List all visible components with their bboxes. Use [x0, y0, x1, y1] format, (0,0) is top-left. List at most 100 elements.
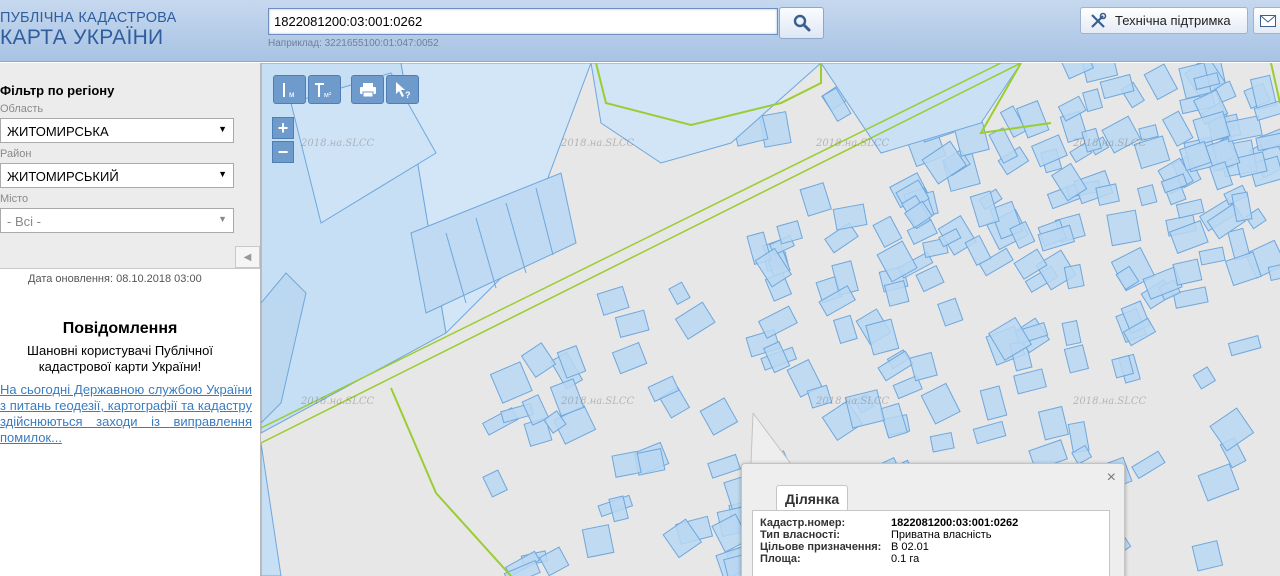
measure-group: м м² [273, 75, 341, 104]
info-value: В 02.01 [891, 541, 929, 553]
land-parcel[interactable] [1161, 110, 1194, 147]
land-parcel[interactable] [1063, 263, 1085, 290]
district-label: Район [0, 148, 32, 160]
dropdown-arrow-icon: ▼ [218, 169, 227, 179]
measure-distance-button[interactable]: м [273, 75, 306, 104]
land-parcel[interactable] [611, 450, 642, 478]
land-parcel[interactable] [937, 297, 964, 327]
close-icon[interactable]: × [1107, 469, 1116, 487]
land-parcel[interactable] [757, 305, 798, 339]
land-parcel[interactable] [581, 524, 615, 559]
district-select[interactable]: ЖИТОМИРСЬКИЙ ▼ [0, 163, 234, 188]
tools-icon [1091, 12, 1107, 28]
land-parcel[interactable] [1267, 263, 1280, 282]
land-parcel[interactable] [611, 341, 648, 375]
land-parcel[interactable] [832, 203, 868, 231]
map-toolbar: м м² ? [273, 75, 425, 104]
notice-text: Шановні користувачі Публічної кадастрово… [27, 343, 213, 374]
print-button[interactable] [351, 75, 384, 104]
land-parcel[interactable] [489, 361, 533, 404]
watermark: 2018.на.SLCC [816, 396, 890, 407]
land-parcel[interactable] [865, 318, 900, 356]
chevron-left-icon: ◀ [243, 251, 252, 263]
land-parcel[interactable] [1198, 246, 1226, 266]
notice-link[interactable]: На сьогодні Державною службою України з … [0, 382, 252, 446]
dropdown-arrow-icon: ▼ [218, 214, 227, 224]
logo-line1: ПУБЛІЧНА КАДАСТРОВА [0, 10, 177, 26]
info-value: Приватна власність [891, 529, 992, 541]
search-input[interactable] [268, 8, 778, 35]
mail-button[interactable] [1253, 7, 1280, 34]
land-parcel[interactable] [1037, 405, 1070, 441]
info-row: Площа: 0.1 га [760, 553, 919, 565]
measure-area-button[interactable]: м² [308, 75, 341, 104]
info-key: Тип власності: [760, 529, 841, 541]
watermark: 2018.на.SLCC [301, 396, 375, 407]
land-parcel[interactable] [1209, 407, 1255, 452]
land-parcel[interactable] [1143, 63, 1179, 101]
land-parcel[interactable] [1175, 198, 1205, 219]
land-parcel[interactable] [776, 220, 803, 245]
land-parcel[interactable] [1136, 184, 1158, 207]
collapse-sidebar-button[interactable]: ◀ [235, 246, 260, 268]
land-parcel[interactable] [1063, 344, 1090, 374]
city-label: Місто [0, 193, 29, 205]
land-parcel[interactable] [482, 469, 508, 498]
land-parcel[interactable] [596, 285, 630, 316]
parcel-popup: × Ділянка Кадастр.номер: 1822081200:03:0… [741, 463, 1125, 576]
logo[interactable]: ПУБЛІЧНА КАДАСТРОВА КАРТА УКРАЇНИ [0, 10, 176, 50]
land-parcel[interactable] [614, 309, 650, 339]
popup-pointer [750, 413, 792, 465]
info-key: Кадастр.номер: [760, 517, 846, 529]
info-value: 0.1 га [891, 553, 920, 565]
identify-button[interactable]: ? [386, 75, 419, 104]
land-parcel[interactable] [668, 281, 691, 306]
land-parcel[interactable] [1013, 368, 1047, 395]
land-parcel[interactable] [1082, 88, 1104, 113]
land-parcel[interactable] [972, 420, 1007, 445]
cursor-question-icon: ? [395, 81, 410, 99]
land-parcel[interactable] [799, 182, 832, 217]
land-parcel[interactable] [1191, 540, 1224, 572]
land-parcel[interactable] [920, 382, 961, 425]
land-parcel[interactable] [1095, 183, 1120, 206]
land-parcel[interactable] [1192, 366, 1217, 390]
region-label: Область [0, 103, 44, 115]
svg-text:м: м [289, 90, 295, 99]
watermark: 2018.на.SLCC [561, 138, 635, 149]
region-filter: Фільтр по регіону Область ЖИТОМИРСЬКА ▼ … [0, 63, 260, 269]
land-parcel[interactable] [1172, 258, 1203, 286]
land-parcel[interactable] [872, 215, 903, 248]
land-parcel[interactable] [707, 453, 741, 479]
city-select[interactable]: - Всі - ▼ [0, 208, 234, 233]
update-date: Дата оновлення: 08.10.2018 03:00 [28, 273, 202, 285]
land-parcel[interactable] [979, 385, 1008, 421]
dropdown-arrow-icon: ▼ [218, 124, 227, 134]
zoom-out-button[interactable]: − [272, 141, 294, 163]
land-parcel[interactable] [1131, 450, 1166, 480]
logo-line2: КАРТА УКРАЇНИ [0, 26, 164, 49]
land-parcel[interactable] [1106, 209, 1142, 247]
search-button[interactable] [779, 7, 824, 39]
svg-text:м²: м² [324, 92, 332, 99]
map-view[interactable]: 2018.на.SLCC 2018.на.SLCC 2018.на.SLCC 2… [261, 63, 1280, 576]
land-parcel[interactable] [699, 397, 739, 436]
land-parcel[interactable] [832, 314, 858, 345]
land-parcel[interactable] [1197, 463, 1240, 502]
watermark: 2018.на.SLCC [301, 138, 375, 149]
land-parcel[interactable] [1061, 319, 1082, 347]
land-parcel[interactable] [1227, 334, 1262, 357]
info-key: Цільове призначення: [760, 541, 882, 553]
printer-icon [359, 82, 376, 97]
land-parcel[interactable] [520, 342, 557, 379]
zoom-in-button[interactable]: + [272, 117, 294, 139]
support-button[interactable]: Технічна підтримка [1080, 7, 1248, 34]
land-parcel[interactable] [929, 431, 955, 453]
land-parcel[interactable] [1030, 134, 1068, 168]
notice-title: Повідомлення [62, 320, 178, 337]
tools-group: ? [351, 75, 419, 104]
popup-body: Кадастр.номер: 1822081200:03:001:0262 Ти… [752, 510, 1110, 576]
tab-parcel[interactable]: Ділянка [776, 485, 849, 512]
land-parcel[interactable] [674, 301, 716, 340]
region-select[interactable]: ЖИТОМИРСЬКА ▼ [0, 118, 234, 143]
